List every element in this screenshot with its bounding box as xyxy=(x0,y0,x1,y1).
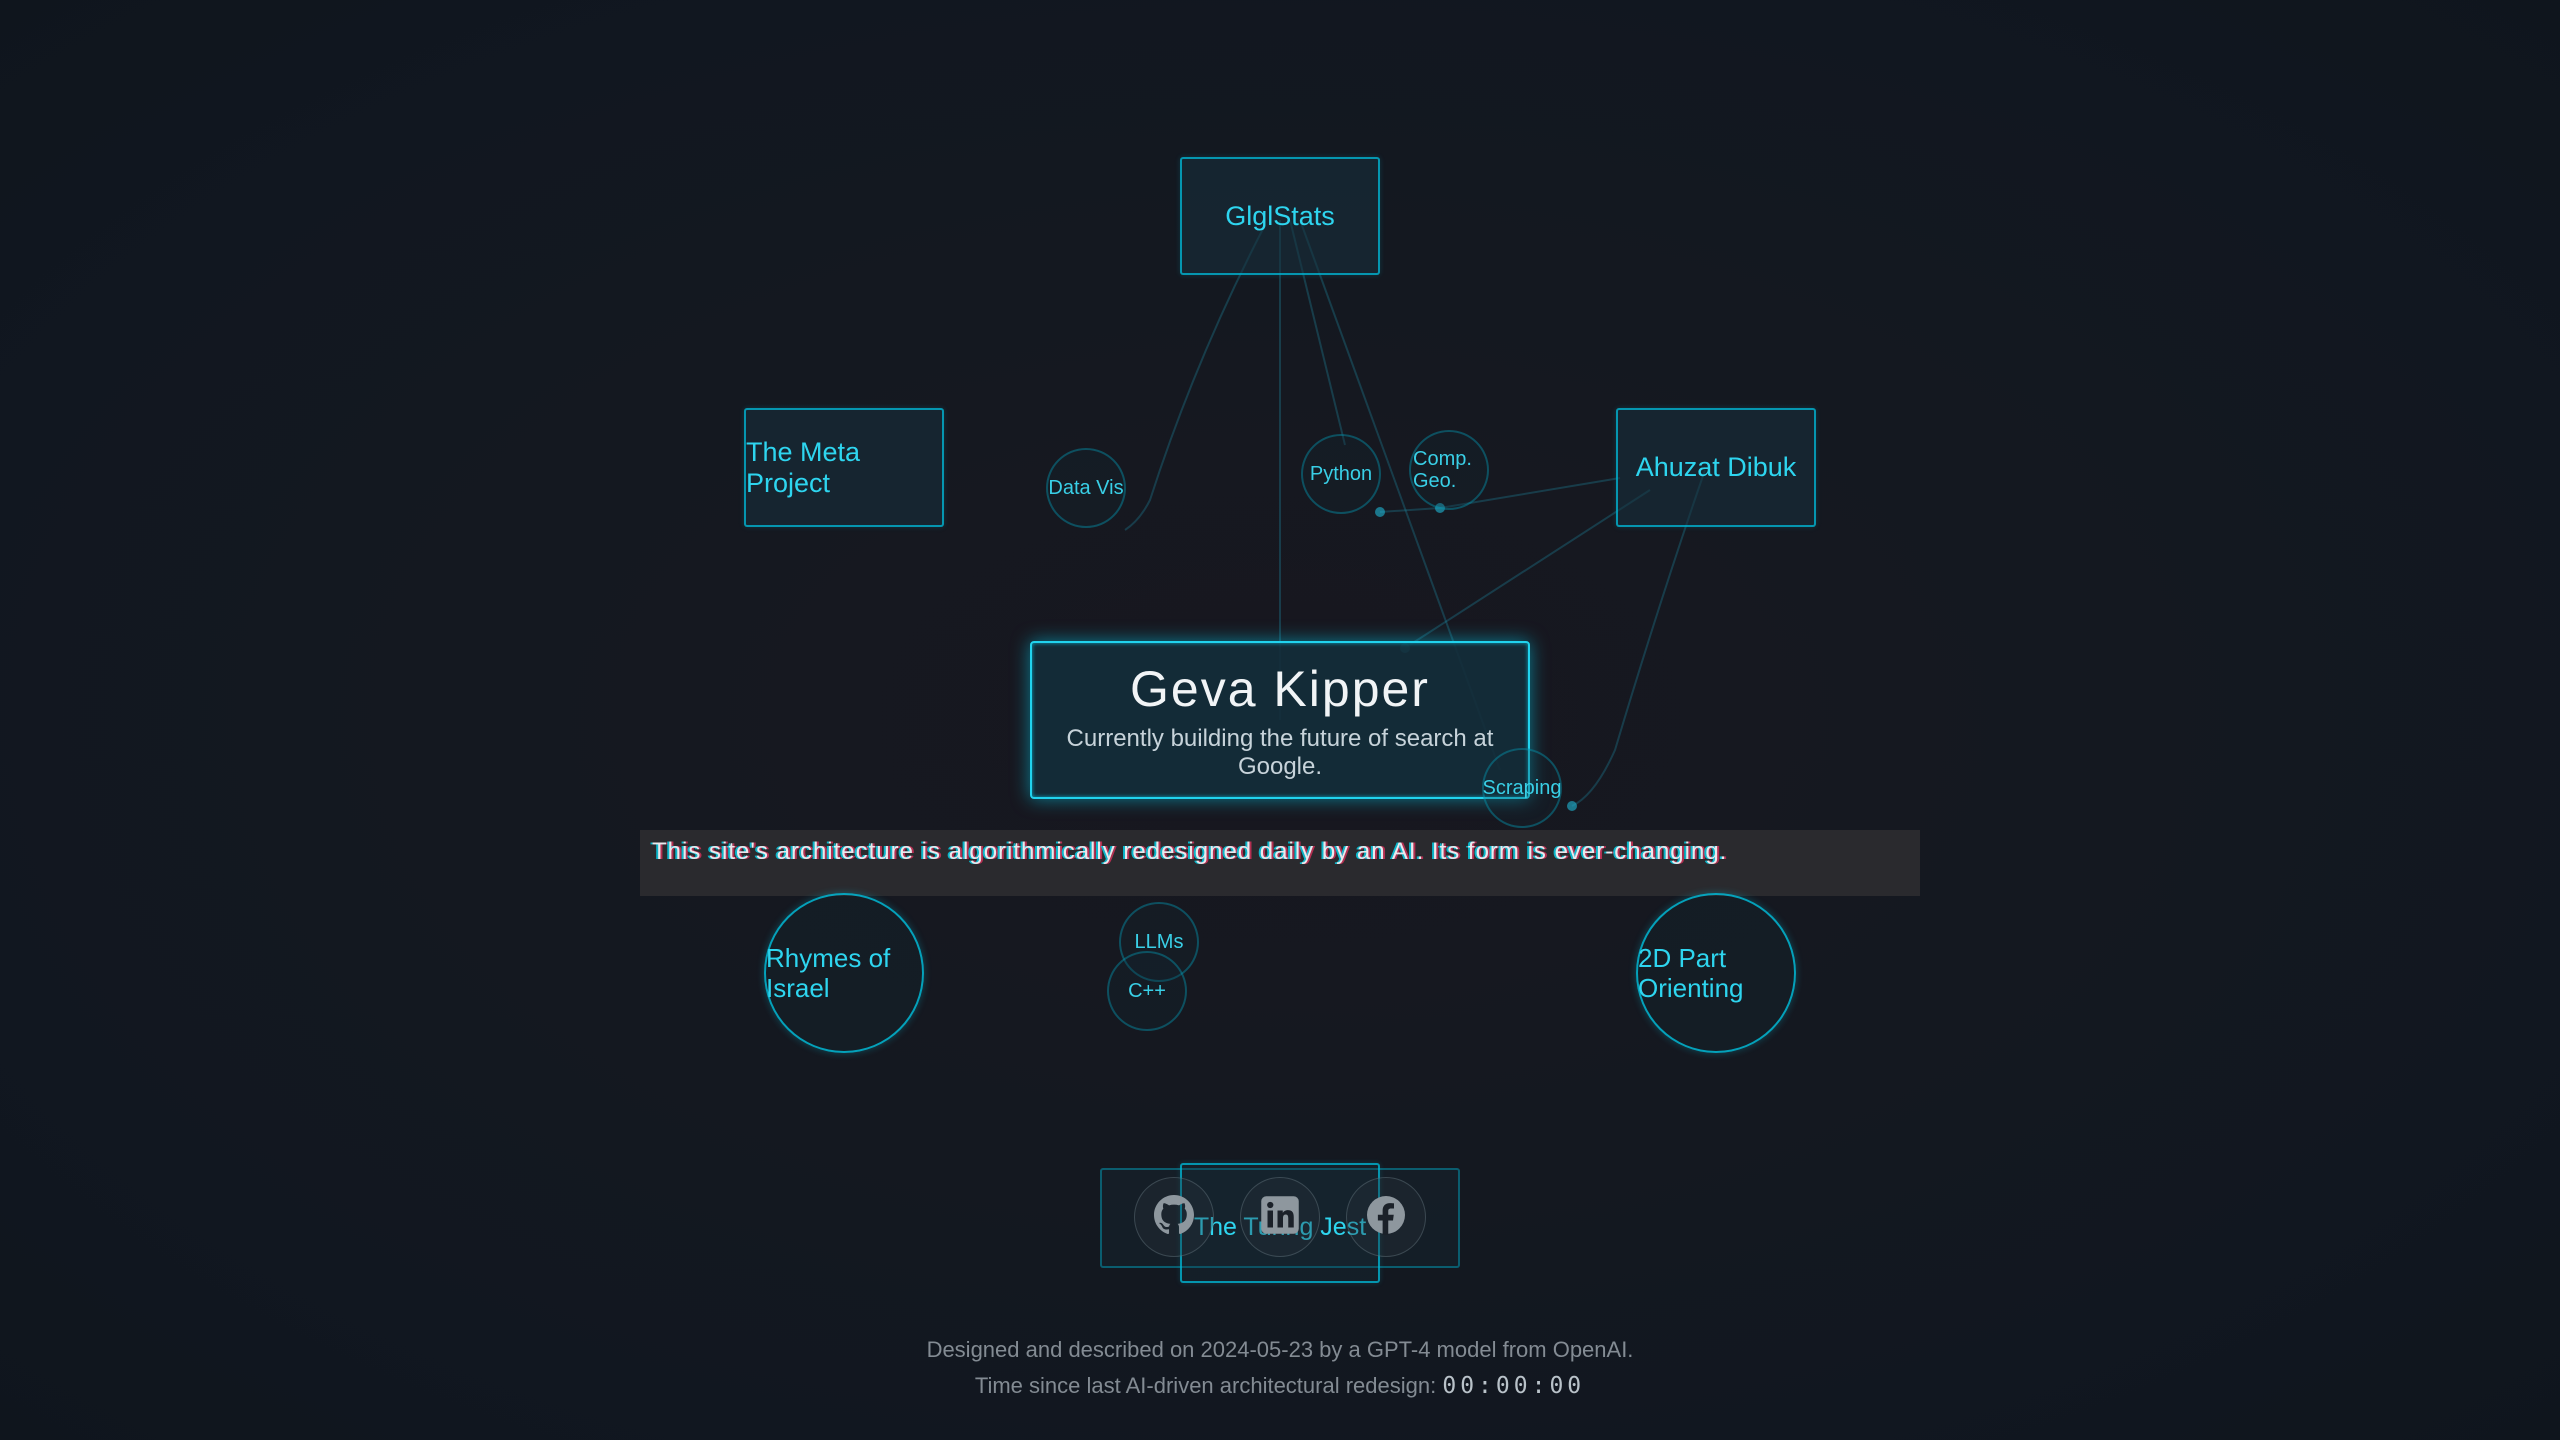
project-label: The Meta Project xyxy=(746,436,861,498)
link-ahuzat-center xyxy=(1404,489,1651,649)
redesign-timer-line: Time since last AI-driven architectural … xyxy=(0,1368,2560,1404)
facebook-icon xyxy=(1366,1195,1406,1240)
skill-label: C++ xyxy=(1128,980,1166,1002)
project-node-2d-part-orienting[interactable]: 2D Part Orienting xyxy=(1636,893,1796,1053)
page-background: GlglStats The Meta Project Ahuzat Dibuk … xyxy=(0,0,2560,1440)
skill-node-python[interactable]: Python xyxy=(1301,434,1381,514)
project-node-meta-project[interactable]: The Meta Project xyxy=(744,408,944,527)
page-title: Geva Kipper xyxy=(1130,661,1430,717)
project-label: Rhymes of Israel xyxy=(766,943,891,1003)
hero-card: Geva Kipper Currently building the futur… xyxy=(1030,641,1530,799)
hero-tagline: Currently building the future of search … xyxy=(1066,725,1494,780)
project-node-rhymes-of-israel[interactable]: Rhymes of Israel xyxy=(764,893,924,1053)
link-compgeo-python xyxy=(1379,507,1441,513)
link-dot xyxy=(1375,507,1385,517)
redesign-timer: 00:00:00 xyxy=(1442,1373,1586,1399)
facebook-link[interactable] xyxy=(1346,1177,1426,1257)
link-dot xyxy=(1567,801,1577,811)
skill-label: LLMs xyxy=(1134,931,1184,953)
design-credit: Designed and described on 2024-05-23 by … xyxy=(926,1337,1634,1362)
ai-redesign-banner: This site's architecture is algorithmica… xyxy=(640,830,1920,896)
project-node-ahuzat-dibuk[interactable]: Ahuzat Dibuk xyxy=(1616,408,1816,527)
skill-label: Data Vis xyxy=(1048,477,1124,499)
skill-label: Comp. Geo. xyxy=(1413,448,1472,492)
redesign-timer-label: Time since last AI-driven architectural … xyxy=(974,1373,1437,1398)
banner-text: This site's architecture is algorithmica… xyxy=(652,838,1728,865)
skill-node-comp-geo[interactable]: Comp. Geo. xyxy=(1409,430,1489,510)
github-link[interactable] xyxy=(1134,1177,1214,1257)
project-node-glglstats[interactable]: GlglStats xyxy=(1180,157,1380,275)
project-label: 2D Part Orienting xyxy=(1638,943,1744,1003)
github-icon xyxy=(1154,1194,1194,1240)
project-label: Ahuzat Dibuk xyxy=(1635,452,1797,482)
skill-label: Python xyxy=(1309,463,1373,485)
skill-node-cpp[interactable]: C++ xyxy=(1107,951,1187,1031)
linkedin-icon xyxy=(1260,1195,1300,1240)
skill-node-scraping[interactable]: Scraping xyxy=(1482,748,1562,828)
linkedin-link[interactable] xyxy=(1240,1177,1320,1257)
project-label: GlglStats xyxy=(1225,200,1335,231)
skill-node-data-vis[interactable]: Data Vis xyxy=(1046,448,1126,528)
footer: Designed and described on 2024-05-23 by … xyxy=(0,1332,2560,1404)
skill-label: Scraping xyxy=(1482,777,1562,799)
